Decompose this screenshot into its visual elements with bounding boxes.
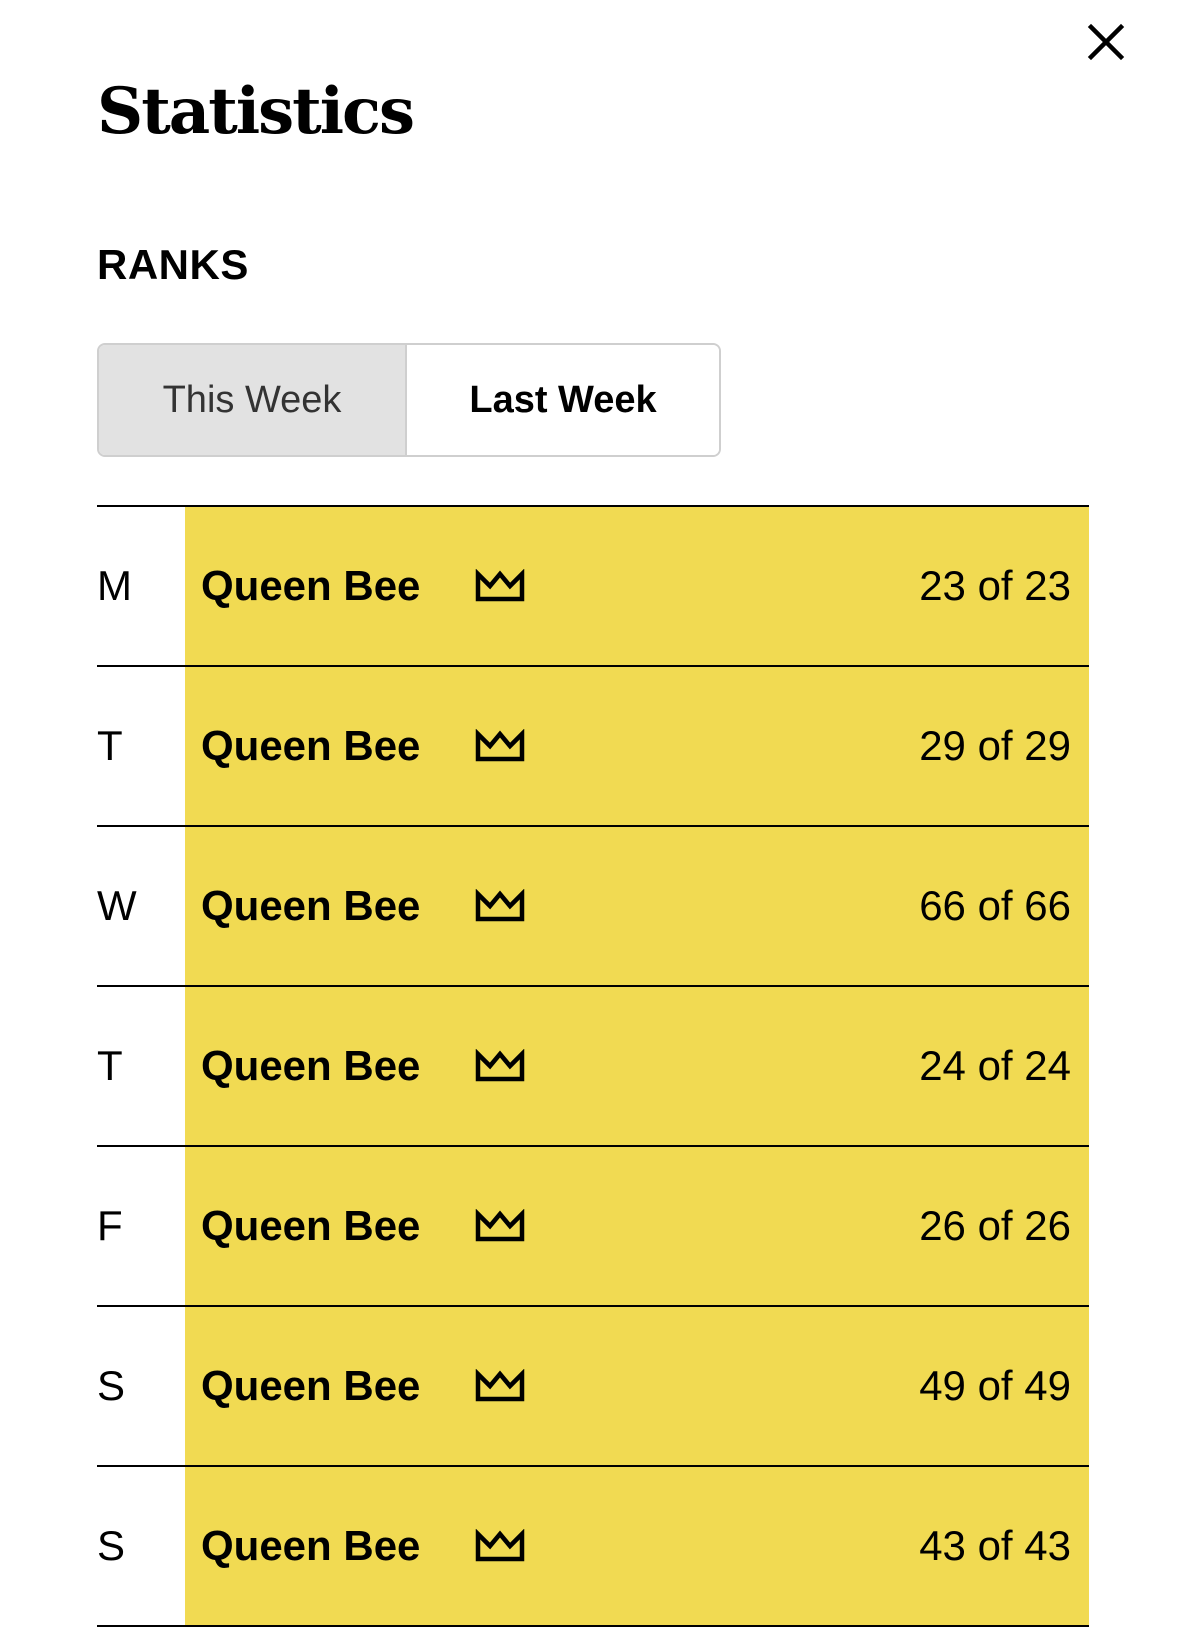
rank-name: Queen Bee (201, 1362, 421, 1409)
day-label: T (97, 1042, 123, 1089)
rank-cell: Queen Bee 43 of 43 (185, 1467, 1089, 1625)
rank-row: S Queen Bee 49 of 49 (97, 1307, 1089, 1467)
score: 29 of 29 (919, 722, 1071, 769)
day-label: F (97, 1202, 123, 1249)
score: 26 of 26 (919, 1202, 1071, 1249)
crown-icon (475, 1526, 529, 1566)
rank-name: Queen Bee (201, 1042, 421, 1089)
crown-icon (475, 1366, 529, 1406)
crown-icon (475, 886, 529, 926)
score: 43 of 43 (919, 1522, 1071, 1569)
rank-name: Queen Bee (201, 882, 421, 929)
rank-row: F Queen Bee 26 of 26 (97, 1147, 1089, 1307)
rank-row: S Queen Bee 43 of 43 (97, 1467, 1089, 1627)
crown-icon (475, 566, 529, 606)
rank-name: Queen Bee (201, 1202, 421, 1249)
week-toggle: This Week Last Week (97, 343, 721, 457)
close-button[interactable] (1076, 12, 1136, 72)
score: 66 of 66 (919, 882, 1071, 929)
tab-last-week[interactable]: Last Week (407, 345, 719, 455)
day-label: T (97, 722, 123, 769)
rank-row: M Queen Bee 23 of 23 (97, 507, 1089, 667)
tab-this-week[interactable]: This Week (99, 345, 407, 455)
crown-icon (475, 726, 529, 766)
rank-row: T Queen Bee 24 of 24 (97, 987, 1089, 1147)
rank-cell: Queen Bee 26 of 26 (185, 1147, 1089, 1305)
rank-row: T Queen Bee 29 of 29 (97, 667, 1089, 827)
score: 24 of 24 (919, 1042, 1071, 1089)
rank-cell: Queen Bee 23 of 23 (185, 507, 1089, 665)
day-label: W (97, 882, 137, 929)
page-title: Statistics (97, 74, 415, 149)
rank-row: W Queen Bee 66 of 66 (97, 827, 1089, 987)
rank-cell: Queen Bee 29 of 29 (185, 667, 1089, 825)
day-label: S (97, 1522, 126, 1569)
score: 49 of 49 (919, 1362, 1071, 1409)
score: 23 of 23 (919, 562, 1071, 609)
statistics-modal: Statistics RANKS This Week Last Week M Q… (0, 0, 1179, 1652)
rank-cell: Queen Bee 49 of 49 (185, 1307, 1089, 1465)
close-icon (1087, 23, 1125, 61)
ranks-heading: RANKS (97, 241, 249, 288)
ranks-list: M Queen Bee 23 of 23 T Queen Bee 29 of 2… (97, 505, 1089, 1627)
crown-icon (475, 1046, 529, 1086)
day-label: S (97, 1362, 126, 1409)
rank-name: Queen Bee (201, 1522, 421, 1569)
rank-cell: Queen Bee 66 of 66 (185, 827, 1089, 985)
day-label: M (97, 562, 132, 609)
rank-cell: Queen Bee 24 of 24 (185, 987, 1089, 1145)
crown-icon (475, 1206, 529, 1246)
rank-name: Queen Bee (201, 722, 421, 769)
rank-name: Queen Bee (201, 562, 421, 609)
